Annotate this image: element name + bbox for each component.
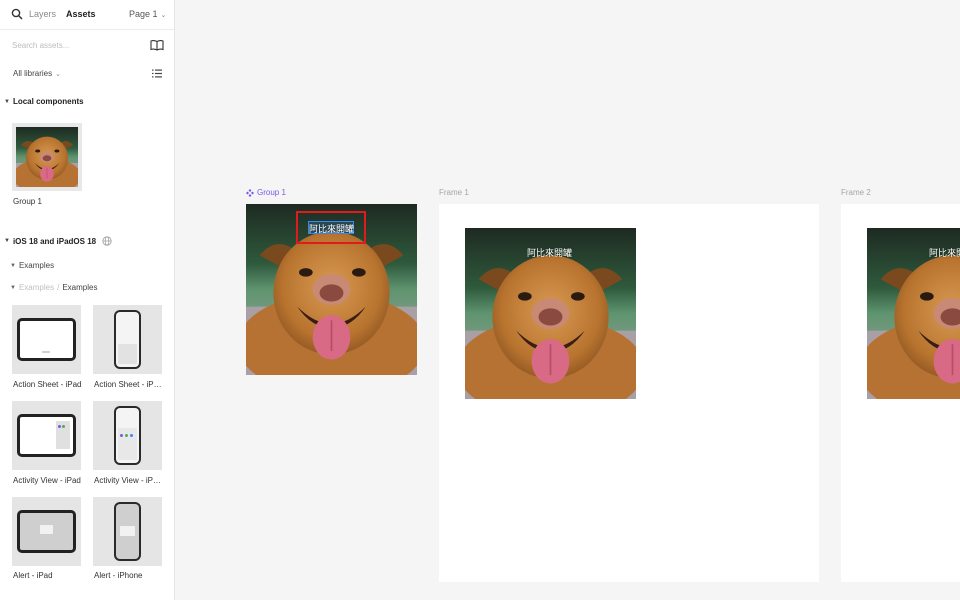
asset-search — [0, 30, 174, 60]
breadcrumb-parent[interactable]: Examples — [19, 283, 54, 292]
caret-down-icon: ▼ — [4, 238, 10, 244]
iphone-preview — [114, 502, 141, 561]
local-components-title: Local components — [12, 97, 84, 106]
component-label: Action Sheet - iPhone — [94, 380, 164, 389]
library-filter-row: All libraries ⌄ — [0, 62, 174, 86]
breadcrumb-separator: / — [57, 283, 60, 292]
component-thumbnail-action-sheet-ipad[interactable] — [12, 305, 81, 374]
tab-assets[interactable]: Assets — [66, 9, 96, 19]
group-1-title: Group 1 — [257, 188, 286, 197]
highlight-box — [296, 211, 366, 244]
iphone-preview — [114, 406, 141, 465]
chevron-down-icon: ⌄ — [55, 71, 61, 78]
ipad-preview — [17, 510, 76, 553]
page-selector[interactable]: Page 1 ⌄ — [129, 9, 166, 19]
ipad-preview — [17, 414, 76, 457]
frame-1[interactable]: 阿比來開罐 — [439, 204, 819, 582]
group-1-label[interactable]: Group 1 — [246, 188, 286, 197]
globe-icon — [102, 236, 112, 246]
component-label: Activity View - iPad — [13, 476, 81, 485]
page-selector-label: Page 1 — [129, 9, 158, 19]
examples-group-header[interactable]: ▼ Examples — [10, 261, 54, 270]
iphone-preview — [114, 310, 141, 369]
search-icon[interactable] — [11, 8, 23, 20]
frame-2-label[interactable]: Frame 2 — [841, 188, 871, 197]
frame-1-caption[interactable]: 阿比來開罐 — [527, 246, 572, 259]
breadcrumb-current: Examples — [62, 283, 98, 292]
component-label: Action Sheet - iPad — [13, 380, 82, 389]
assets-panel: Layers Assets Page 1⌄ All libraries⌄ ▼ L… — [0, 0, 175, 600]
caret-down-icon: ▼ — [10, 284, 16, 291]
component-label: Group 1 — [13, 197, 42, 206]
search-assets-input[interactable] — [8, 38, 138, 52]
library-selector-label: All libraries — [13, 69, 53, 78]
caret-down-icon: ▼ — [10, 262, 16, 269]
frame-2-caption[interactable]: 阿比來開罐 — [929, 246, 960, 259]
frame-1-label[interactable]: Frame 1 — [439, 188, 469, 197]
local-components-header[interactable]: ▼ Local components — [4, 97, 84, 106]
component-thumbnail-alert-ipad[interactable] — [12, 497, 81, 566]
component-label: Activity View - iPhone — [94, 476, 164, 485]
design-canvas[interactable]: Group 1 阿比來開罐 Frame 1 阿比來開罐 Frame 2 阿比來開… — [176, 0, 960, 600]
frame-1-image[interactable]: 阿比來開罐 — [465, 228, 636, 399]
library-title: iOS 18 and iPadOS 18 — [12, 236, 97, 246]
component-thumbnail-action-sheet-iphone[interactable] — [93, 305, 162, 374]
library-selector[interactable]: All libraries ⌄ — [13, 69, 61, 78]
chevron-down-icon: ⌄ — [160, 12, 167, 19]
component-label: Alert - iPad — [13, 571, 53, 580]
component-label: Alert - iPhone — [94, 571, 143, 580]
library-book-icon[interactable] — [150, 39, 164, 51]
library-header[interactable]: ▼ iOS 18 and iPadOS 18 — [4, 236, 112, 246]
list-view-icon[interactable] — [152, 69, 162, 78]
panel-tabs: Layers Assets Page 1 ⌄ — [0, 0, 174, 30]
tab-layers[interactable]: Layers — [29, 9, 56, 19]
frame-2[interactable]: 阿比來開罐 — [841, 204, 960, 582]
component-thumbnail-activity-view-iphone[interactable] — [93, 401, 162, 470]
component-thumbnail-group-1[interactable] — [12, 123, 82, 191]
dog-photo-thumbnail — [16, 127, 78, 187]
frame-2-image[interactable]: 阿比來開罐 — [867, 228, 960, 399]
group-1-image[interactable]: 阿比來開罐 — [246, 204, 417, 375]
component-thumbnail-activity-view-ipad[interactable] — [12, 401, 81, 470]
component-thumbnail-alert-iphone[interactable] — [93, 497, 162, 566]
component-icon — [246, 188, 254, 197]
breadcrumb: ▼ Examples / Examples — [10, 283, 97, 292]
ipad-preview — [17, 318, 76, 361]
examples-group-title: Examples — [18, 261, 55, 270]
caret-down-icon: ▼ — [4, 98, 10, 105]
